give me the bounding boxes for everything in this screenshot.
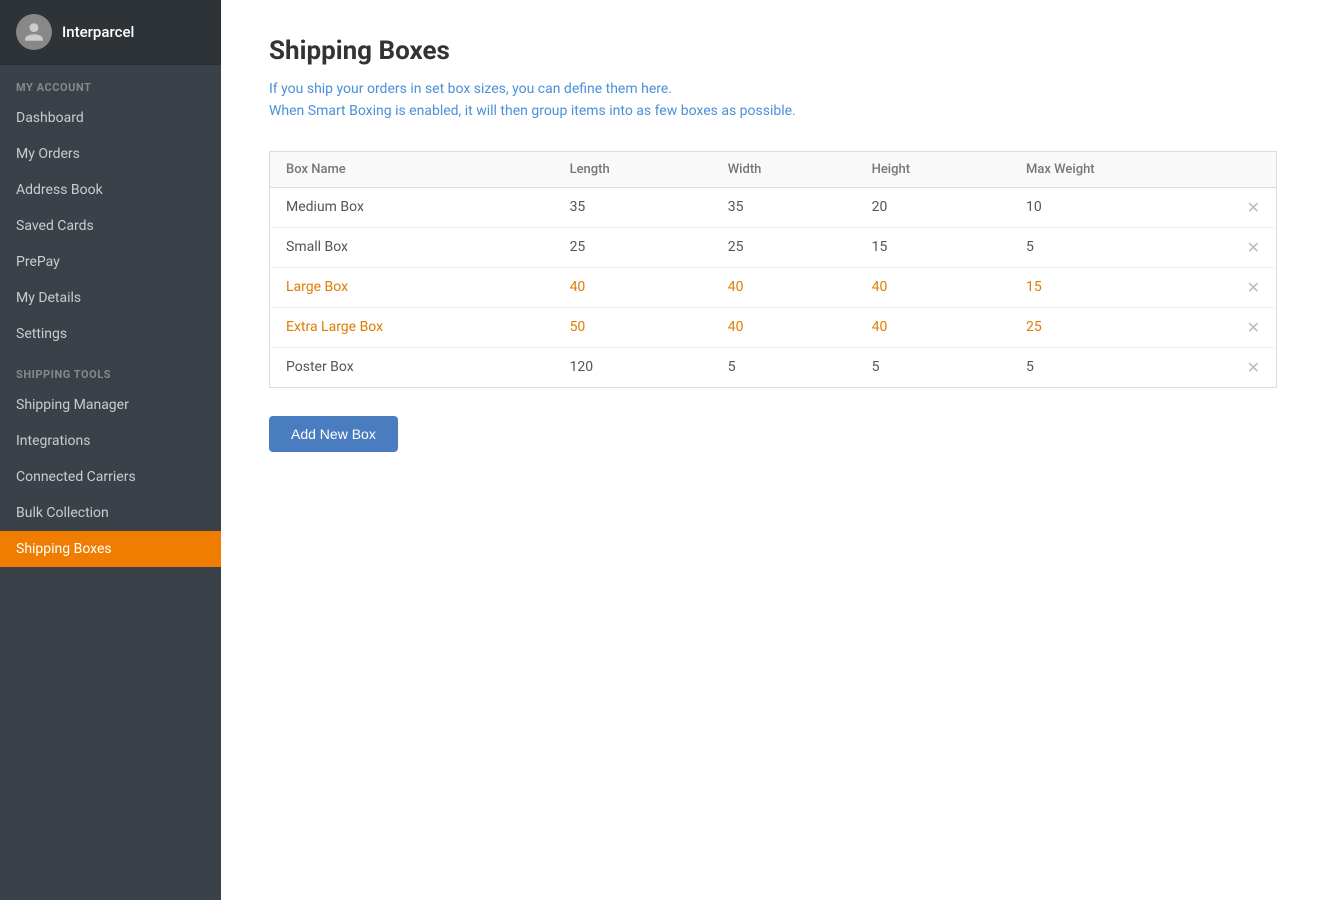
cell-width: 35	[712, 187, 856, 227]
sidebar-item-address-book[interactable]: Address Book	[0, 172, 221, 208]
main-content: Shipping Boxes If you ship your orders i…	[221, 0, 1325, 900]
sidebar-item-settings[interactable]: Settings	[0, 316, 221, 352]
description-line2: When Smart Boxing is enabled, it will th…	[269, 100, 1277, 122]
cell-height: 15	[856, 227, 1010, 267]
table-row: Extra Large Box 50 40 40 25 ✕	[270, 307, 1277, 347]
col-header-actions	[1231, 151, 1277, 187]
cell-length: 40	[554, 267, 712, 307]
table-row: Medium Box 35 35 20 10 ✕	[270, 187, 1277, 227]
col-header-box-name: Box Name	[270, 151, 554, 187]
shipping-boxes-table: Box Name Length Width Height Max Weight …	[269, 151, 1277, 388]
brand-name: Interparcel	[62, 23, 134, 41]
col-header-width: Width	[712, 151, 856, 187]
sidebar-item-integrations[interactable]: Integrations	[0, 423, 221, 459]
add-new-box-button[interactable]: Add New Box	[269, 416, 398, 452]
col-header-height: Height	[856, 151, 1010, 187]
cell-box-name: Large Box	[270, 267, 554, 307]
sidebar-item-dashboard[interactable]: Dashboard	[0, 100, 221, 136]
cell-box-name: Small Box	[270, 227, 554, 267]
delete-row-button[interactable]: ✕	[1231, 347, 1277, 387]
cell-length: 35	[554, 187, 712, 227]
cell-length: 50	[554, 307, 712, 347]
sidebar-section-label-shipping: SHIPPING TOOLS	[0, 352, 221, 387]
sidebar-item-shipping-boxes[interactable]: Shipping Boxes	[0, 531, 221, 567]
col-header-max-weight: Max Weight	[1010, 151, 1231, 187]
sidebar-item-my-orders[interactable]: My Orders	[0, 136, 221, 172]
cell-height: 20	[856, 187, 1010, 227]
table-row: Small Box 25 25 15 5 ✕	[270, 227, 1277, 267]
cell-max-weight: 5	[1010, 347, 1231, 387]
sidebar-section-shipping-tools: SHIPPING TOOLS Shipping Manager Integrat…	[0, 352, 221, 567]
cell-width: 40	[712, 307, 856, 347]
sidebar: Interparcel MY ACCOUNT Dashboard My Orde…	[0, 0, 221, 900]
cell-length: 120	[554, 347, 712, 387]
sidebar-section-label-account: MY ACCOUNT	[0, 65, 221, 100]
cell-box-name: Extra Large Box	[270, 307, 554, 347]
avatar	[16, 14, 52, 50]
delete-row-button[interactable]: ✕	[1231, 307, 1277, 347]
cell-max-weight: 10	[1010, 187, 1231, 227]
sidebar-item-shipping-manager[interactable]: Shipping Manager	[0, 387, 221, 423]
cell-height: 40	[856, 267, 1010, 307]
cell-length: 25	[554, 227, 712, 267]
cell-width: 40	[712, 267, 856, 307]
col-header-length: Length	[554, 151, 712, 187]
sidebar-item-saved-cards[interactable]: Saved Cards	[0, 208, 221, 244]
cell-max-weight: 25	[1010, 307, 1231, 347]
table-row: Poster Box 120 5 5 5 ✕	[270, 347, 1277, 387]
cell-max-weight: 5	[1010, 227, 1231, 267]
sidebar-section-my-account: MY ACCOUNT Dashboard My Orders Address B…	[0, 65, 221, 352]
sidebar-header: Interparcel	[0, 0, 221, 65]
cell-width: 5	[712, 347, 856, 387]
sidebar-item-prepay[interactable]: PrePay	[0, 244, 221, 280]
delete-row-button[interactable]: ✕	[1231, 267, 1277, 307]
page-description: If you ship your orders in set box sizes…	[269, 78, 1277, 123]
cell-height: 40	[856, 307, 1010, 347]
page-title: Shipping Boxes	[269, 36, 1277, 66]
table-row: Large Box 40 40 40 15 ✕	[270, 267, 1277, 307]
sidebar-item-bulk-collection[interactable]: Bulk Collection	[0, 495, 221, 531]
delete-row-button[interactable]: ✕	[1231, 227, 1277, 267]
cell-box-name: Medium Box	[270, 187, 554, 227]
cell-max-weight: 15	[1010, 267, 1231, 307]
cell-box-name: Poster Box	[270, 347, 554, 387]
description-line1: If you ship your orders in set box sizes…	[269, 78, 1277, 100]
cell-width: 25	[712, 227, 856, 267]
sidebar-item-connected-carriers[interactable]: Connected Carriers	[0, 459, 221, 495]
delete-row-button[interactable]: ✕	[1231, 187, 1277, 227]
sidebar-item-my-details[interactable]: My Details	[0, 280, 221, 316]
cell-height: 5	[856, 347, 1010, 387]
